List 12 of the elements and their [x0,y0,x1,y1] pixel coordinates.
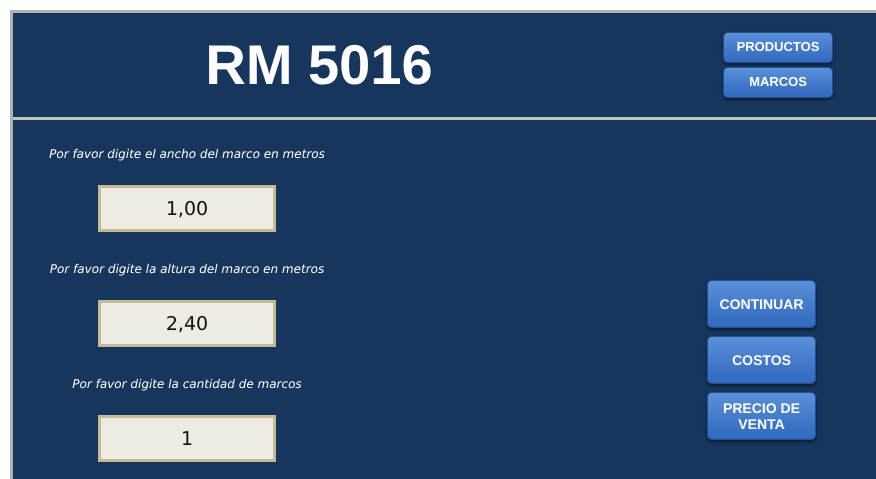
action-button[interactable]: COSTOS [707,336,816,384]
field-label: Por favor digite el ancho del marco en metros [49,146,325,163]
input-field[interactable]: 2,40 [98,300,276,347]
field-label: Por favor digite la cantidad de marcos [72,376,302,393]
nav-button[interactable]: MARCOS [723,67,833,98]
field-label: Por favor digite la altura del marco en metros [50,261,324,278]
input-field[interactable]: 1,00 [98,185,276,232]
action-button[interactable]: CONTINUAR [707,280,816,328]
input-field[interactable]: 1 [98,415,276,462]
page-title: RM 5016 [204,32,434,98]
nav-button[interactable]: PRODUCTOS [723,32,833,63]
action-button[interactable]: PRECIO DE VENTA [707,392,816,440]
